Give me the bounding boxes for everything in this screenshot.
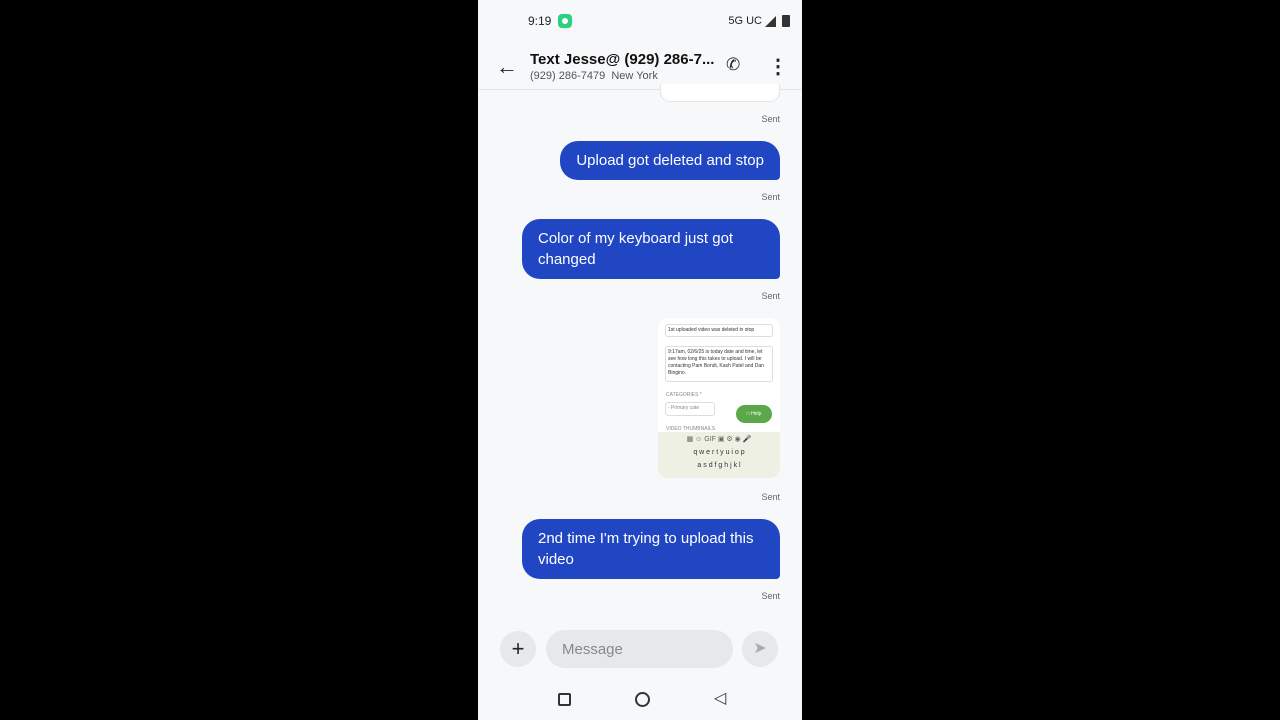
navigation-bar: ◁ <box>478 690 802 710</box>
battery-icon <box>782 15 790 27</box>
sent-status: Sent <box>761 114 780 124</box>
shot-help-label: Help <box>751 411 762 417</box>
recents-button[interactable] <box>558 693 571 706</box>
status-bar: 9:19 5G UC <box>478 12 802 30</box>
screenshot-attachment[interactable]: 1st uploaded video was deleted in stop 9… <box>658 318 780 478</box>
sent-status: Sent <box>761 192 780 202</box>
phone-screen: 9:19 5G UC ← Text Jesse@ (929) 286-7... … <box>478 0 802 720</box>
send-button[interactable]: ➤ <box>742 631 778 667</box>
shot-primary-select: - Primary cate <box>665 402 715 416</box>
messages-notification-icon <box>558 14 572 28</box>
shot-title-field: 1st uploaded video was deleted in stop <box>665 324 773 337</box>
previous-message-bubble[interactable] <box>660 84 780 102</box>
message-bubble[interactable]: Color of my keyboard just got changed <box>522 219 780 279</box>
contact-location: New York <box>611 70 658 82</box>
shot-keyboard-row: a s d f g h j k l <box>697 462 741 469</box>
clock: 9:19 <box>528 14 552 28</box>
message-bubble[interactable]: Upload got deleted and stop <box>560 141 780 180</box>
contact-title: Text Jesse@ (929) 286-7... <box>530 51 715 68</box>
home-button[interactable] <box>635 692 650 707</box>
message-input[interactable] <box>546 630 733 668</box>
sent-status: Sent <box>761 492 780 502</box>
back-button[interactable]: ◁ <box>714 688 726 708</box>
shot-keyboard: ▦ ☺ GIF ▣ ⚙ ◉ 🎤 q w e r t y u i o p a s … <box>658 432 780 478</box>
signal-icon <box>765 16 776 27</box>
more-options-icon[interactable]: ⋮ <box>768 54 788 79</box>
shot-categories-label: CATEGORIES * <box>666 392 702 398</box>
sent-status: Sent <box>761 591 780 601</box>
message-bubble[interactable]: 2nd time I'm trying to upload this video <box>522 519 780 579</box>
contact-phone: (929) 286-7479 <box>530 70 606 82</box>
add-attachment-button[interactable]: + <box>500 631 536 667</box>
contact-subtitle: (929) 286-7479 New York <box>530 70 658 82</box>
network-label: 5G UC <box>728 15 762 27</box>
sent-status: Sent <box>761 291 780 301</box>
shot-description-field: 9:17am, 02/6/25 is today date and time, … <box>665 346 773 382</box>
compose-bar: + ➤ <box>478 630 802 668</box>
shot-keyboard-toolbar: ▦ ☺ GIF ▣ ⚙ ◉ 🎤 <box>686 436 752 443</box>
shot-help-button: □ Help <box>736 405 772 423</box>
back-arrow-icon[interactable]: ← <box>496 54 518 80</box>
phone-call-icon[interactable]: ✆ <box>726 55 740 75</box>
shot-keyboard-row: q w e r t y u i o p <box>693 449 745 456</box>
